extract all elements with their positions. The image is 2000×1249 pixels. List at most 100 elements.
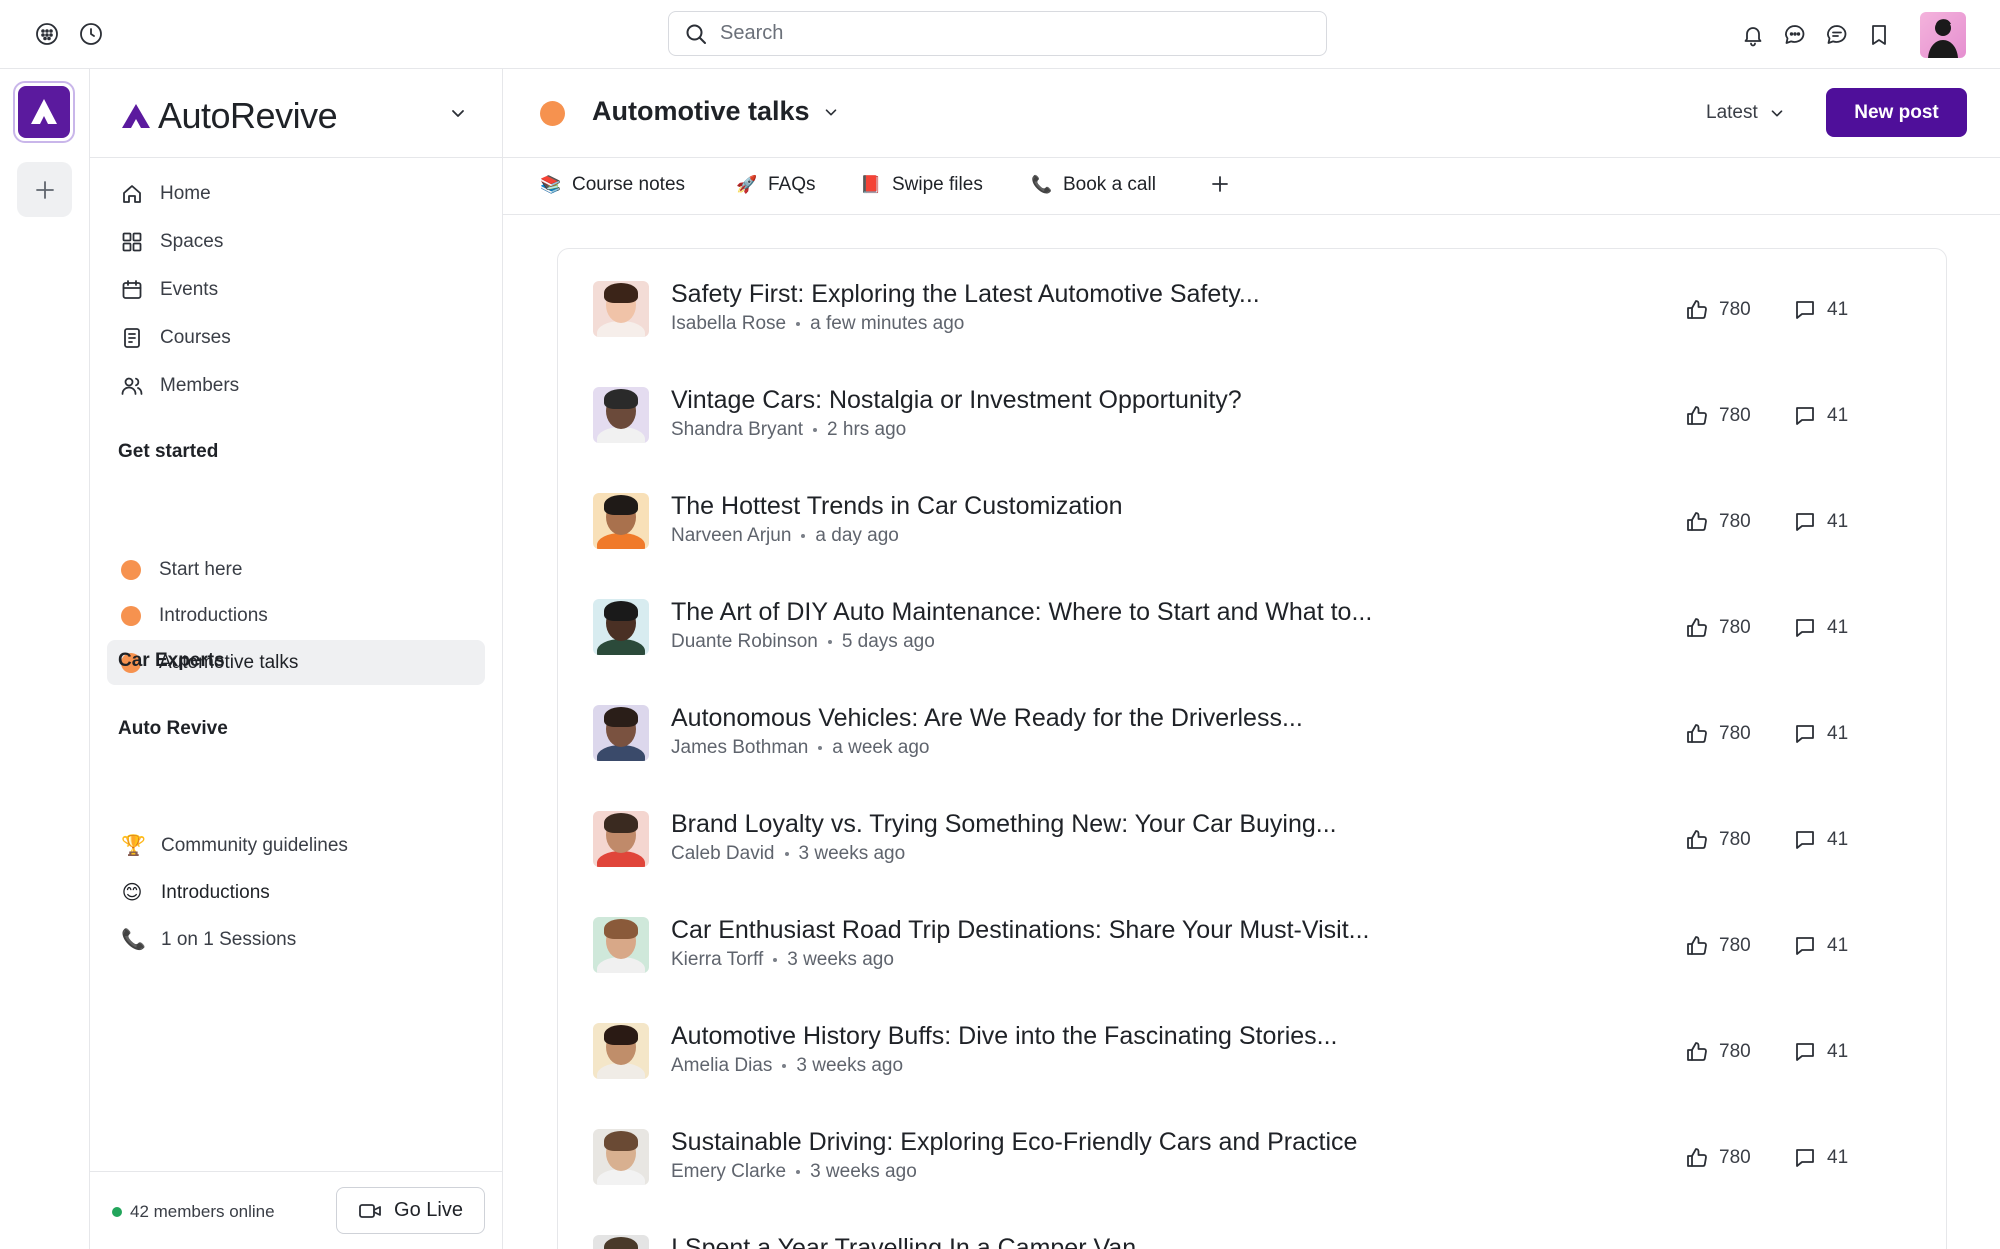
post-title[interactable]: The Hottest Trends in Car Customization — [671, 492, 1123, 521]
post-author[interactable]: Narveen Arjun — [671, 525, 791, 547]
author-avatar[interactable] — [593, 811, 649, 867]
tab-label: Book a call — [1063, 174, 1156, 196]
comment-button[interactable]: 41 — [1793, 404, 1848, 428]
tab-book-a-call[interactable]: 📞 Book a call — [1031, 174, 1156, 196]
nav-courses[interactable]: Courses — [120, 326, 231, 350]
community-switcher-logo[interactable] — [13, 81, 75, 143]
comment-button[interactable]: 41 — [1793, 616, 1848, 640]
search-input[interactable] — [720, 22, 1280, 45]
sidebar-item-community-guidelines[interactable]: 🏆 Community guidelines — [107, 823, 485, 868]
post-title[interactable]: Car Enthusiast Road Trip Destinations: S… — [671, 916, 1370, 945]
section-heading-car-experts[interactable]: Car Experts — [118, 650, 225, 672]
comment-button[interactable]: 41 — [1793, 722, 1848, 746]
post-row[interactable]: Car Enthusiast Road Trip Destinations: S… — [558, 885, 1947, 991]
post-author[interactable]: Kierra Torff — [671, 949, 763, 971]
comment-button[interactable]: 41 — [1793, 1146, 1848, 1170]
history-clock-icon[interactable] — [78, 21, 104, 47]
bell-icon[interactable] — [1732, 14, 1774, 56]
post-title[interactable]: Automotive History Buffs: Dive into the … — [671, 1022, 1338, 1051]
post-title[interactable]: Brand Loyalty vs. Trying Something New: … — [671, 810, 1337, 839]
section-heading-get-started[interactable]: Get started — [118, 441, 218, 463]
like-button[interactable]: 780 — [1685, 1040, 1751, 1064]
like-button[interactable]: 780 — [1685, 616, 1751, 640]
post-title[interactable]: The Art of DIY Auto Maintenance: Where t… — [671, 598, 1372, 627]
author-avatar[interactable] — [593, 281, 649, 337]
tab-swipe-files[interactable]: 📕 Swipe files — [860, 174, 983, 196]
sidebar-item-start-here[interactable]: Start here — [107, 547, 485, 592]
comment-button[interactable]: 41 — [1793, 510, 1848, 534]
comment-count: 41 — [1827, 829, 1848, 851]
like-button[interactable]: 780 — [1685, 1146, 1751, 1170]
go-live-button[interactable]: Go Live — [336, 1187, 485, 1234]
search-bar[interactable] — [668, 11, 1327, 56]
space-title[interactable]: Automotive talks — [592, 96, 840, 127]
sidebar-item-1-on-1-sessions[interactable]: 📞 1 on 1 Sessions — [107, 917, 485, 962]
post-author[interactable]: Amelia Dias — [671, 1055, 772, 1077]
post-author[interactable]: Isabella Rose — [671, 313, 786, 335]
comment-button[interactable]: 41 — [1793, 1040, 1848, 1064]
post-row[interactable]: I Spent a Year Travelling In a Camper Va… — [558, 1203, 1947, 1249]
like-button[interactable]: 780 — [1685, 934, 1751, 958]
post-row[interactable]: The Art of DIY Auto Maintenance: Where t… — [558, 567, 1947, 673]
messages-icon[interactable] — [1816, 14, 1858, 56]
post-row[interactable]: Safety First: Exploring the Latest Autom… — [558, 249, 1947, 355]
new-post-button[interactable]: New post — [1826, 88, 1967, 137]
add-tab-plus-icon[interactable] — [1208, 172, 1232, 196]
post-title[interactable]: Autonomous Vehicles: Are We Ready for th… — [671, 704, 1303, 733]
post-row[interactable]: Automotive History Buffs: Dive into the … — [558, 991, 1947, 1097]
post-row[interactable]: The Hottest Trends in Car Customization … — [558, 461, 1947, 567]
chat-icon[interactable] — [1774, 14, 1816, 56]
post-author[interactable]: James Bothman — [671, 737, 808, 759]
post-title[interactable]: Safety First: Exploring the Latest Autom… — [671, 280, 1260, 309]
apps-icon[interactable] — [34, 21, 60, 47]
sidebar-item-introductions-2[interactable]: 😊 Introductions — [107, 870, 485, 915]
post-row[interactable]: Sustainable Driving: Exploring Eco-Frien… — [558, 1097, 1947, 1203]
post-row[interactable]: Autonomous Vehicles: Are We Ready for th… — [558, 673, 1947, 779]
bookmark-icon[interactable] — [1858, 14, 1900, 56]
author-avatar[interactable] — [593, 1129, 649, 1185]
comment-button[interactable]: 41 — [1793, 298, 1848, 322]
chevron-down-icon[interactable] — [448, 103, 468, 123]
post-row[interactable]: Vintage Cars: Nostalgia or Investment Op… — [558, 355, 1947, 461]
tab-course-notes[interactable]: 📚 Course notes — [540, 174, 685, 196]
author-avatar[interactable] — [593, 1023, 649, 1079]
nav-home[interactable]: Home — [120, 182, 211, 206]
sidebar-item-label: Community guidelines — [161, 835, 348, 857]
like-button[interactable]: 780 — [1685, 722, 1751, 746]
author-avatar[interactable] — [593, 387, 649, 443]
nav-spaces[interactable]: Spaces — [120, 230, 223, 254]
post-title[interactable]: I Spent a Year Travelling In a Camper Va… — [671, 1234, 1136, 1249]
comment-button[interactable]: 41 — [1793, 828, 1848, 852]
post-author[interactable]: Emery Clarke — [671, 1161, 786, 1183]
like-button[interactable]: 780 — [1685, 404, 1751, 428]
like-button[interactable]: 780 — [1685, 828, 1751, 852]
thumbs-up-icon — [1685, 510, 1709, 534]
author-avatar[interactable] — [593, 917, 649, 973]
post-author[interactable]: Caleb David — [671, 843, 775, 865]
nav-label: Courses — [160, 327, 231, 349]
post-time: 2 hrs ago — [827, 419, 906, 441]
user-avatar[interactable] — [1920, 12, 1966, 58]
members-online[interactable]: 42 members online — [112, 1202, 275, 1222]
sidebar-item-introductions[interactable]: Introductions — [107, 593, 485, 638]
author-avatar[interactable] — [593, 1235, 649, 1249]
nav-events[interactable]: Events — [120, 278, 218, 302]
post-author[interactable]: Shandra Bryant — [671, 419, 803, 441]
post-title[interactable]: Sustainable Driving: Exploring Eco-Frien… — [671, 1128, 1357, 1157]
post-author[interactable]: Duante Robinson — [671, 631, 818, 653]
brand-header[interactable]: AutoRevive — [90, 69, 502, 158]
thumbs-up-icon — [1685, 1040, 1709, 1064]
author-avatar[interactable] — [593, 493, 649, 549]
post-row[interactable]: Brand Loyalty vs. Trying Something New: … — [558, 779, 1947, 885]
sort-dropdown[interactable]: Latest — [1706, 102, 1786, 124]
post-title[interactable]: Vintage Cars: Nostalgia or Investment Op… — [671, 386, 1242, 415]
author-avatar[interactable] — [593, 705, 649, 761]
tab-faqs[interactable]: 🚀 FAQs — [736, 174, 816, 196]
nav-members[interactable]: Members — [120, 374, 239, 398]
section-heading-auto-revive[interactable]: Auto Revive — [118, 718, 228, 740]
add-community-button[interactable] — [17, 162, 72, 217]
like-button[interactable]: 780 — [1685, 298, 1751, 322]
like-button[interactable]: 780 — [1685, 510, 1751, 534]
comment-button[interactable]: 41 — [1793, 934, 1848, 958]
author-avatar[interactable] — [593, 599, 649, 655]
